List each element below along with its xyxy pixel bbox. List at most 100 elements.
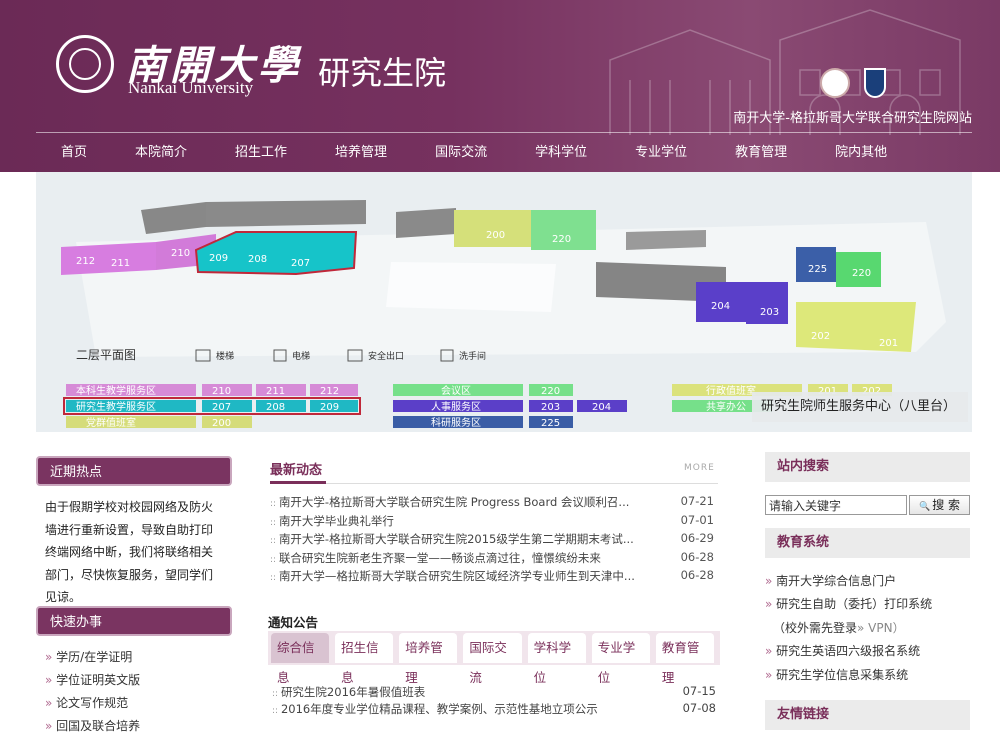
- nav-item-international[interactable]: 国际交流: [410, 136, 510, 170]
- news-title-text[interactable]: 南开大学毕业典礼举行: [270, 513, 394, 532]
- label-208: 208: [248, 254, 267, 265]
- news-date: 07-01: [680, 512, 714, 527]
- news-more-link[interactable]: MORE: [684, 463, 715, 473]
- notices-list: 研究生院2016年暑假值班表 07-15 2016年度专业学位精品课程、教学案例、…: [272, 684, 716, 718]
- quick-link-thesis-norms[interactable]: 论文写作规范: [45, 692, 128, 715]
- news-row[interactable]: 南开大学毕业典礼举行 07-01: [270, 513, 718, 532]
- label-209: 209: [209, 253, 228, 264]
- edu-link-print-system[interactable]: 研究生自助（委托）打印系统: [765, 593, 975, 616]
- tab-professional[interactable]: 专业学位: [591, 633, 650, 685]
- zone-undergrad: 本科生教学服务区: [76, 384, 156, 397]
- news-list: 南开大学-格拉斯哥大学联合研究生院 Progress Board 会议顺利召..…: [270, 494, 718, 587]
- legend-stairs: 楼梯: [216, 350, 234, 362]
- notice-date: 07-15: [682, 684, 716, 698]
- edu-vpn-note: （校外需先登录» VPN）: [765, 617, 975, 640]
- hot-topics-text[interactable]: 由于假期学校对校园网络及防火墙进行重新设置，导致自助打印终端网络中断，我们将联络…: [36, 486, 232, 609]
- label-201: 201: [879, 338, 898, 349]
- hot-topics-title: 近期热点: [36, 456, 232, 486]
- floor-label: 二层平面图: [76, 348, 136, 362]
- tab-admissions-info[interactable]: 招生信息: [335, 633, 394, 685]
- quick-link-enrollment-cert[interactable]: 学历/在学证明: [45, 646, 132, 669]
- zone-graduate-room: 209: [320, 402, 339, 413]
- notice-title[interactable]: 2016年度专业学位精品课程、教学案例、示范性基地立项公示: [272, 701, 598, 718]
- nav-item-home[interactable]: 首页: [36, 136, 110, 170]
- news-date: 06-28: [680, 568, 714, 582]
- legend-exit: 安全出口: [368, 350, 404, 362]
- zone-hr-room: 203: [541, 402, 560, 413]
- edu-link-cet-registration[interactable]: 研究生英语四六级报名系统: [765, 640, 975, 663]
- tab-international[interactable]: 国际交流: [463, 633, 522, 685]
- zone-research-room: 225: [541, 418, 560, 429]
- zone-research: 科研服务区: [431, 416, 481, 429]
- site-header: 南開大學 Nankai University 研究生院 南开大学-格拉斯哥大学联…: [0, 0, 1000, 172]
- news-title-text[interactable]: 南开大学-格拉斯哥大学联合研究生院 Progress Board 会议顺利召..…: [270, 494, 629, 513]
- zone-undergrad-room: 211: [266, 386, 285, 397]
- nav-item-professional[interactable]: 专业学位: [610, 136, 710, 170]
- edu-systems-links: 南开大学综合信息门户 研究生自助（委托）打印系统 （校外需先登录» VPN） 研…: [765, 570, 975, 687]
- notice-title[interactable]: 研究生院2016年暑假值班表: [272, 684, 425, 701]
- label-203: 203: [760, 307, 779, 318]
- tab-degrees[interactable]: 学科学位: [527, 633, 586, 685]
- tab-general-info[interactable]: 综合信息: [271, 633, 330, 685]
- site-search-title: 站内搜索: [765, 452, 970, 482]
- news-title-underline: [270, 481, 326, 484]
- nav-item-about[interactable]: 本院简介: [110, 136, 210, 170]
- nav-item-other[interactable]: 院内其他: [810, 136, 910, 170]
- news-row[interactable]: 南开大学-格拉斯哥大学联合研究生院2015级学生第二学期期末考试... 06-29: [270, 531, 718, 550]
- news-title-text[interactable]: 南开大学—格拉斯哥大学联合研究生院区域经济学专业师生到天津中...: [270, 568, 635, 587]
- banner-caption[interactable]: 研究生院师生服务中心（八里台）: [752, 392, 968, 422]
- glasgow-crest-icon: [864, 68, 886, 98]
- label-211: 211: [111, 258, 130, 269]
- zone-duty-room: 200: [212, 418, 231, 429]
- nav-item-management[interactable]: 教育管理: [710, 136, 810, 170]
- nav-item-degrees[interactable]: 学科学位: [510, 136, 610, 170]
- news-date: 07-21: [680, 494, 714, 508]
- news-row[interactable]: 联合研究生院新老生齐聚一堂——畅谈点滴过往，憧憬缤纷未来 06-28: [270, 550, 718, 569]
- search-button[interactable]: 搜 索: [909, 495, 970, 515]
- news-row[interactable]: 南开大学—格拉斯哥大学联合研究生院区域经济学专业师生到天津中... 06-28: [270, 568, 718, 587]
- zone-graduate: 研究生教学服务区: [76, 400, 156, 413]
- zone-meeting-room: 220: [541, 386, 560, 397]
- label-210: 210: [171, 248, 190, 259]
- label-220b: 220: [852, 268, 871, 279]
- label-207: 207: [291, 258, 310, 269]
- zone-hr-room: 204: [592, 402, 611, 413]
- vpn-link[interactable]: » VPN）: [857, 621, 905, 635]
- zone-undergrad-room: 212: [320, 386, 339, 397]
- quick-services-title: 快速办事: [36, 606, 232, 636]
- news-divider: [270, 483, 718, 484]
- edu-link-degree-info[interactable]: 研究生学位信息采集系统: [765, 664, 975, 687]
- news-row[interactable]: 南开大学-格拉斯哥大学联合研究生院 Progress Board 会议顺利召..…: [270, 494, 718, 513]
- zone-graduate-room: 208: [266, 402, 285, 413]
- edu-systems-title: 教育系统: [765, 528, 970, 558]
- nankai-seal-logo[interactable]: [56, 35, 114, 93]
- news-title-text[interactable]: 南开大学-格拉斯哥大学联合研究生院2015级学生第二学期期末考试...: [270, 531, 634, 550]
- tab-training[interactable]: 培养管理: [399, 633, 458, 685]
- label-212: 212: [76, 256, 95, 267]
- quick-link-joint-training[interactable]: 回国及联合培养: [45, 715, 140, 738]
- legend-elevator: 电梯: [292, 350, 310, 362]
- tab-management[interactable]: 教育管理: [655, 633, 714, 685]
- quick-link-degree-cert-en[interactable]: 学位证明英文版: [45, 669, 140, 692]
- notice-row[interactable]: 2016年度专业学位精品课程、教学案例、示范性基地立项公示 07-08: [272, 701, 716, 718]
- label-220: 220: [552, 234, 571, 245]
- notices-tabs: 综合信息 招生信息 培养管理 国际交流 学科学位 专业学位 教育管理: [268, 631, 720, 685]
- zone-hr: 人事服务区: [431, 400, 481, 413]
- label-225: 225: [808, 264, 827, 275]
- friend-links-title: 友情链接: [765, 700, 970, 730]
- nav-item-admissions[interactable]: 招生工作: [210, 136, 310, 170]
- zone-shared-office: 共享办公: [706, 400, 746, 413]
- quick-links: 学历/在学证明学位证明英文版 论文写作规范回国及联合培养: [36, 636, 232, 738]
- edu-link-portal[interactable]: 南开大学综合信息门户: [765, 570, 975, 593]
- hot-topics-panel: 近期热点 由于假期学校对校园网络及防火墙进行重新设置，导致自助打印终端网络中断，…: [36, 456, 232, 609]
- university-name-en: Nankai University: [128, 78, 254, 97]
- site-subtitle: 南开大学-格拉斯哥大学联合研究生院网站: [733, 111, 972, 126]
- site-search-input[interactable]: [765, 495, 907, 515]
- notice-row[interactable]: 研究生院2016年暑假值班表 07-15: [272, 684, 716, 701]
- quick-services-panel: 快速办事 学历/在学证明学位证明英文版 论文写作规范回国及联合培养: [36, 606, 232, 738]
- nav-item-training[interactable]: 培养管理: [310, 136, 410, 170]
- main-nav: 首页 本院简介 招生工作 培养管理 国际交流 学科学位 专业学位 教育管理 院内…: [36, 136, 972, 170]
- zone-undergrad-room: 210: [212, 386, 231, 397]
- label-202: 202: [811, 331, 830, 342]
- news-title-text[interactable]: 联合研究生院新老生齐聚一堂——畅谈点滴过往，憧憬缤纷未来: [270, 550, 601, 569]
